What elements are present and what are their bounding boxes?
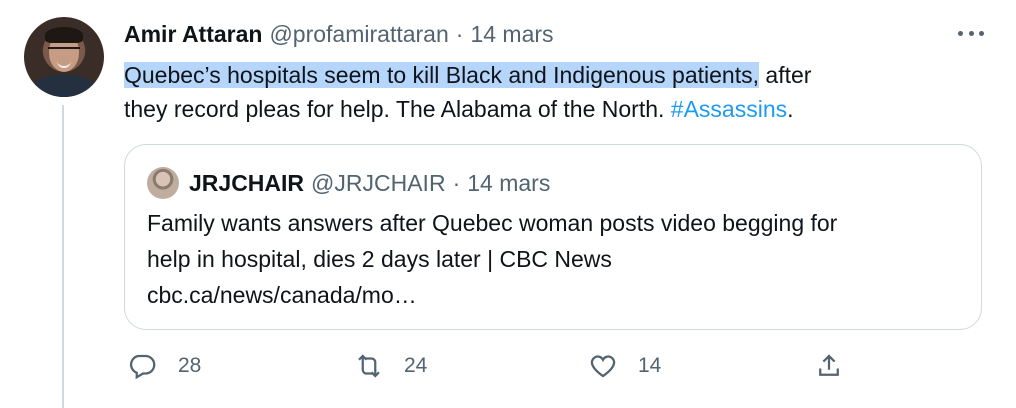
author-avatar[interactable]: [24, 17, 104, 97]
share-icon: [819, 354, 839, 376]
like-count: 14: [638, 354, 662, 377]
quoted-tweet-header: JRJCHAIR @JRJCHAIR · 14 mars: [189, 169, 550, 197]
tweet-header: Amir Attaran @profamirattaran · 14 mars: [124, 20, 554, 48]
more-dot: [958, 30, 963, 36]
quoted-link: cbc.ca/news/canada/mo…: [147, 282, 417, 308]
reply-icon: [129, 354, 156, 380]
quoted-tweet-date: 14 mars: [467, 170, 551, 196]
more-dot: [968, 30, 974, 36]
tweet-text-part: they record pleas for help. The Alabama …: [124, 96, 671, 122]
quoted-author-name: JRJCHAIR: [189, 170, 305, 196]
tweet-text: Quebec’s hospitals seem to kill Black an…: [124, 58, 974, 126]
quoted-text-line: help in hospital, dies 2 days later | CB…: [147, 246, 612, 272]
reply-count: 28: [178, 354, 202, 377]
author-name[interactable]: Amir Attaran: [124, 20, 262, 48]
quoted-header-separator: ·: [452, 170, 461, 196]
selected-text: Quebec’s hospitals seem to kill Black an…: [124, 62, 760, 88]
quoted-author-avatar: [147, 167, 179, 199]
avatar-shirt: [34, 75, 94, 97]
more-dot: [979, 30, 984, 36]
retweet-count: 24: [404, 354, 428, 377]
tweet-date[interactable]: 14 mars: [470, 20, 553, 48]
quoted-text-line: Family wants answers after Quebec woman …: [147, 210, 838, 236]
quoted-tweet-text: Family wants answers after Quebec woman …: [147, 205, 967, 313]
quoted-tweet[interactable]: JRJCHAIR @JRJCHAIR · 14 mars Family want…: [124, 144, 982, 330]
tweet-text-part: .: [787, 96, 794, 122]
retweet-icon: [358, 354, 380, 378]
tweet-actions: 28 24 14: [124, 346, 864, 386]
quoted-author-handle: @JRJCHAIR: [311, 170, 446, 196]
hashtag-link[interactable]: #Assassins: [671, 96, 787, 122]
avatar-hair: [45, 27, 83, 43]
thread-line: [62, 105, 64, 408]
share-button[interactable]: [814, 346, 844, 386]
like-button[interactable]: 14: [588, 346, 661, 386]
more-horizontal-icon[interactable]: [958, 26, 984, 40]
tweet-text-part: after: [759, 62, 812, 88]
avatar-glasses: [48, 47, 80, 56]
reply-button[interactable]: 28: [128, 346, 201, 386]
tweet: Amir Attaran @profamirattaran · 14 mars …: [0, 0, 1016, 408]
header-separator: ·: [455, 21, 464, 47]
heart-icon: [590, 355, 616, 378]
author-handle[interactable]: @profamirattaran: [269, 20, 448, 48]
retweet-button[interactable]: 24: [354, 346, 427, 386]
